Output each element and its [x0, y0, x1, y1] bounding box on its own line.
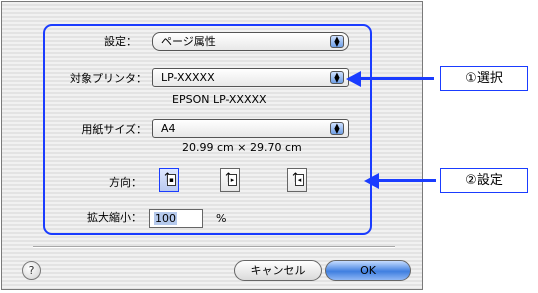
scale-unit: %: [216, 212, 227, 225]
orientation-label: 方向：: [109, 176, 142, 189]
arrow-shaft: [360, 77, 434, 80]
landscape-page-icon: ▸: [228, 174, 237, 186]
settings-label: 設定：: [104, 35, 137, 48]
settings-stepper-icon: ▲ ▼: [330, 35, 344, 48]
scale-input[interactable]: 100: [149, 209, 203, 228]
settings-popup[interactable]: ページ属性 ▲ ▼: [152, 32, 349, 51]
arrow-head-icon: [364, 173, 379, 189]
settings-value: ページ属性: [161, 35, 216, 48]
arrow-head-icon: [346, 71, 361, 87]
printer-description: EPSON LP-XXXXX: [172, 93, 267, 106]
printer-value: LP-XXXXX: [161, 71, 215, 84]
scale-value: 100: [154, 212, 177, 225]
help-icon: ?: [28, 264, 35, 277]
portrait-page-icon: ▪: [167, 174, 176, 186]
button-divider: [33, 246, 395, 248]
ok-button[interactable]: OK: [325, 260, 411, 281]
cancel-button[interactable]: キャンセル: [234, 260, 322, 281]
reverse-landscape-page-icon: ◂: [295, 174, 304, 186]
paper-size-value: A4: [161, 122, 176, 135]
printer-label: 対象プリンタ：: [70, 72, 147, 85]
orientation-portrait-button[interactable]: ↑ ▪: [159, 168, 179, 192]
printer-stepper-icon: ▲ ▼: [330, 71, 344, 84]
orientation-landscape-button[interactable]: ↑ ▸: [220, 168, 240, 192]
arrow-left-icon: [364, 173, 436, 189]
paper-size-label: 用紙サイズ：: [81, 123, 147, 136]
arrow-left-icon: [346, 71, 434, 87]
printer-popup[interactable]: LP-XXXXX ▲ ▼: [152, 68, 349, 87]
paper-size-popup[interactable]: A4 ▲ ▼: [152, 119, 349, 138]
scale-label: 拡大縮小：: [87, 211, 142, 224]
orientation-reverse-landscape-button[interactable]: ↑ ◂: [287, 168, 307, 192]
select-callout: ①選択: [440, 66, 528, 91]
paper-dimensions: 20.99 cm × 29.70 cm: [182, 141, 302, 154]
arrow-shaft: [378, 179, 436, 182]
paper-stepper-icon: ▲ ▼: [330, 122, 344, 135]
page-setup-dialog: 設定： ページ属性 ▲ ▼ 対象プリンタ： LP-XXXXX ▲ ▼ EPSON L…: [1, 1, 423, 290]
help-button[interactable]: ?: [22, 261, 41, 280]
set-callout: ②設定: [440, 168, 528, 193]
